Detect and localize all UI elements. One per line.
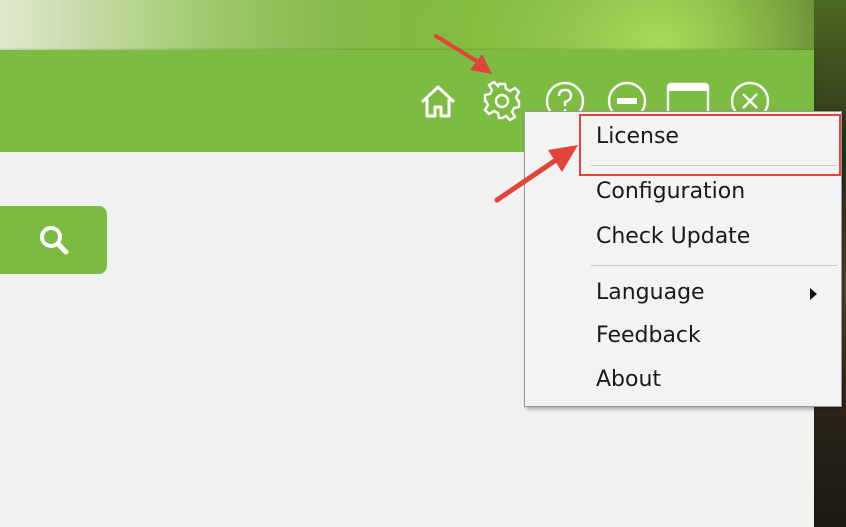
annotation-arrow-to-gear: [434, 34, 492, 74]
annotation-arrows: [434, 34, 578, 203]
annotation-arrow-to-license: [494, 145, 578, 203]
